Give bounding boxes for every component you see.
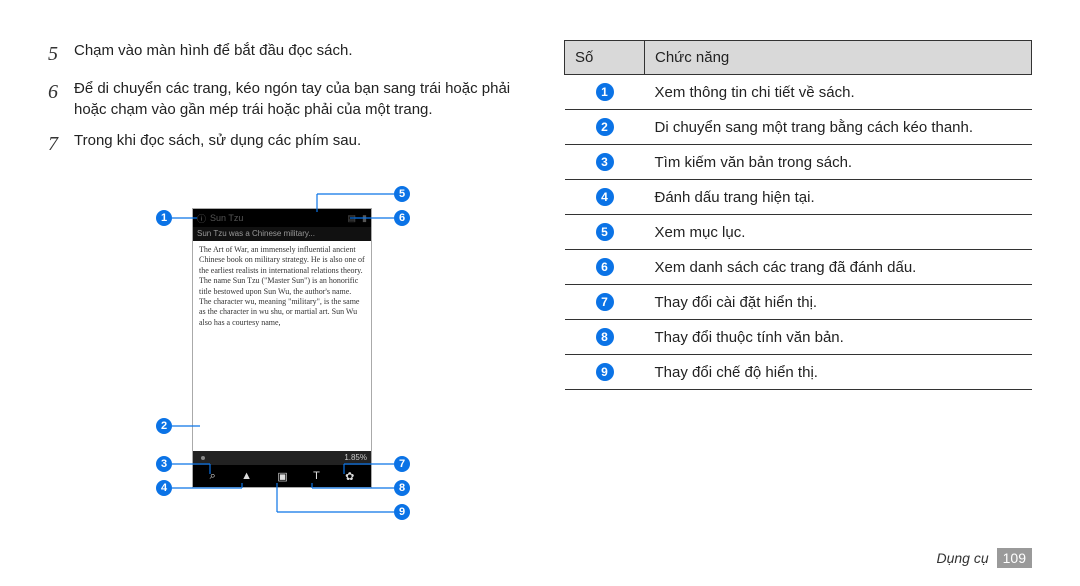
phone-content: The Art of War, an immensely influential… bbox=[193, 241, 371, 451]
row-badge: 3 bbox=[596, 153, 614, 171]
row-text: Xem mục lục. bbox=[645, 215, 1032, 250]
row-badge: 6 bbox=[596, 258, 614, 276]
table-row: 4 Đánh dấu trang hiện tại. bbox=[565, 180, 1032, 215]
table-row: 1 Xem thông tin chi tiết về sách. bbox=[565, 75, 1032, 110]
phone-mockup: 1 2 3 4 5 6 7 8 9 ⓘ Sun Tzu ▤ ▮ Sun Tzu … bbox=[102, 168, 462, 528]
step-text: Để di chuyển các trang, kéo ngón tay của… bbox=[74, 78, 516, 120]
callout-2: 2 bbox=[156, 418, 172, 434]
info-icon: ⓘ bbox=[197, 212, 206, 225]
progress-handle-icon bbox=[201, 456, 205, 460]
search-icon: ⌕ bbox=[210, 470, 216, 483]
row-text: Di chuyển sang một trang bằng cách kéo t… bbox=[645, 110, 1032, 145]
phone-frame: ⓘ Sun Tzu ▤ ▮ Sun Tzu was a Chinese mili… bbox=[192, 208, 372, 488]
settings-icon: ✿ bbox=[345, 470, 354, 483]
row-text: Thay đổi thuộc tính văn bản. bbox=[645, 320, 1032, 355]
table-header-row: Số Chức năng bbox=[565, 41, 1032, 75]
callout-4: 4 bbox=[156, 480, 172, 496]
bookmark-list-icon: ▮ bbox=[362, 213, 367, 224]
right-column: Số Chức năng 1 Xem thông tin chi tiết về … bbox=[540, 40, 1032, 546]
row-text: Đánh dấu trang hiện tại. bbox=[645, 180, 1032, 215]
page-footer: Dụng cụ 109 bbox=[936, 548, 1032, 568]
step-number: 6 bbox=[48, 78, 68, 120]
step-item: 6 Để di chuyển các trang, kéo ngón tay c… bbox=[48, 78, 516, 120]
row-badge: 1 bbox=[596, 83, 614, 101]
th-function: Chức năng bbox=[645, 41, 1032, 75]
toc-icon: ▤ bbox=[348, 213, 357, 224]
step-item: 7 Trong khi đọc sách, sử dụng các phím s… bbox=[48, 130, 516, 158]
topbar-title: Sun Tzu bbox=[210, 213, 243, 223]
row-text: Xem danh sách các trang đã đánh dấu. bbox=[645, 250, 1032, 285]
phone-topbar: ⓘ Sun Tzu ▤ ▮ bbox=[193, 209, 371, 227]
callout-1: 1 bbox=[156, 210, 172, 226]
step-number: 5 bbox=[48, 40, 68, 68]
step-text: Trong khi đọc sách, sử dụng các phím sau… bbox=[74, 130, 516, 158]
table-row: 8 Thay đổi thuộc tính văn bản. bbox=[565, 320, 1032, 355]
row-text: Thay đổi cài đặt hiển thị. bbox=[645, 285, 1032, 320]
table-row: 7 Thay đổi cài đặt hiển thị. bbox=[565, 285, 1032, 320]
callout-9: 9 bbox=[394, 504, 410, 520]
row-badge: 7 bbox=[596, 293, 614, 311]
view-icon: ▣ bbox=[277, 470, 287, 483]
row-badge: 2 bbox=[596, 118, 614, 136]
bookmark-icon: ▲ bbox=[241, 470, 252, 482]
row-text: Thay đổi chế độ hiển thị. bbox=[645, 355, 1032, 390]
row-text: Xem thông tin chi tiết về sách. bbox=[645, 75, 1032, 110]
callout-8: 8 bbox=[394, 480, 410, 496]
manual-page: 5 Chạm vào màn hình để bắt đầu đọc sách.… bbox=[0, 0, 1080, 586]
phone-subtitle: Sun Tzu was a Chinese military... bbox=[193, 227, 371, 241]
row-badge: 4 bbox=[596, 188, 614, 206]
callout-3: 3 bbox=[156, 456, 172, 472]
left-column: 5 Chạm vào màn hình để bắt đầu đọc sách.… bbox=[48, 40, 540, 546]
row-text: Tìm kiếm văn bản trong sách. bbox=[645, 145, 1032, 180]
phone-progress: 1.85% bbox=[193, 451, 371, 465]
progress-percent: 1.85% bbox=[344, 453, 367, 462]
row-badge: 9 bbox=[596, 363, 614, 381]
callout-7: 7 bbox=[394, 456, 410, 472]
text-icon: T bbox=[313, 470, 320, 482]
step-text: Chạm vào màn hình để bắt đầu đọc sách. bbox=[74, 40, 516, 68]
table-row: 3 Tìm kiếm văn bản trong sách. bbox=[565, 145, 1032, 180]
row-badge: 5 bbox=[596, 223, 614, 241]
callout-5: 5 bbox=[394, 186, 410, 202]
phone-bottombar: ⌕ ▲ ▣ T ✿ bbox=[193, 465, 371, 487]
table-row: 5 Xem mục lục. bbox=[565, 215, 1032, 250]
footer-page-number: 109 bbox=[997, 548, 1032, 568]
table-row: 2 Di chuyển sang một trang bằng cách kéo … bbox=[565, 110, 1032, 145]
step-item: 5 Chạm vào màn hình để bắt đầu đọc sách. bbox=[48, 40, 516, 68]
table-row: 9 Thay đổi chế độ hiển thị. bbox=[565, 355, 1032, 390]
callout-6: 6 bbox=[394, 210, 410, 226]
footer-section-label: Dụng cụ bbox=[936, 550, 988, 566]
step-number: 7 bbox=[48, 130, 68, 158]
table-row: 6 Xem danh sách các trang đã đánh dấu. bbox=[565, 250, 1032, 285]
function-table: Số Chức năng 1 Xem thông tin chi tiết về … bbox=[564, 40, 1032, 390]
th-number: Số bbox=[565, 41, 645, 75]
row-badge: 8 bbox=[596, 328, 614, 346]
